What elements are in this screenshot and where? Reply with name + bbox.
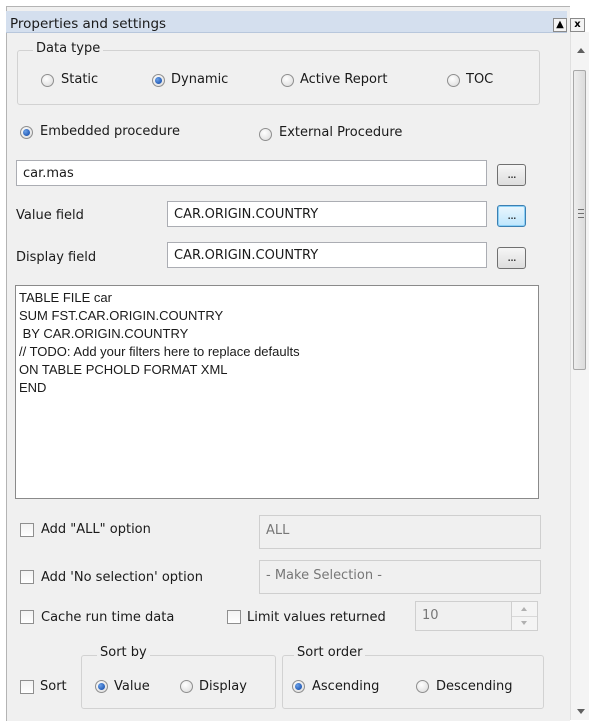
add-no-selection-checkbox[interactable] bbox=[20, 570, 34, 584]
pin-button[interactable]: ▲ bbox=[553, 18, 567, 32]
display-field-input[interactable]: CAR.ORIGIN.COUNTRY bbox=[167, 242, 487, 268]
no-selection-text-input[interactable]: - Make Selection - bbox=[259, 560, 541, 594]
sort-by-display-radio[interactable] bbox=[180, 680, 193, 693]
display-field-label: Display field bbox=[16, 250, 97, 265]
value-field-input[interactable]: CAR.ORIGIN.COUNTRY bbox=[167, 201, 487, 227]
external-procedure-label[interactable]: External Procedure bbox=[279, 125, 402, 140]
limit-values-input[interactable]: 10 bbox=[415, 601, 512, 631]
scroll-down-arrow-icon[interactable] bbox=[577, 709, 585, 714]
spin-down-icon bbox=[521, 621, 527, 625]
close-button[interactable]: x bbox=[570, 18, 585, 32]
limit-values-spinner[interactable] bbox=[511, 601, 538, 631]
embedded-procedure-radio[interactable] bbox=[20, 126, 33, 139]
display-field-browse-button[interactable]: ... bbox=[497, 247, 526, 269]
static-radio[interactable] bbox=[41, 74, 54, 87]
sort-order-legend: Sort order bbox=[294, 645, 366, 660]
scrollbar-thumb[interactable] bbox=[573, 70, 586, 370]
add-all-label[interactable]: Add "ALL" option bbox=[41, 522, 151, 537]
sort-descending-label[interactable]: Descending bbox=[436, 679, 513, 694]
sort-by-value-radio[interactable] bbox=[95, 680, 108, 693]
data-type-legend: Data type bbox=[33, 41, 104, 56]
procedure-code-editor[interactable]: TABLE FILE car SUM FST.CAR.ORIGIN.COUNTR… bbox=[15, 285, 539, 499]
master-file-input[interactable]: car.mas bbox=[16, 160, 487, 186]
master-file-browse-button[interactable]: ... bbox=[497, 164, 526, 186]
sort-ascending-label[interactable]: Ascending bbox=[312, 679, 379, 694]
scrollbar-grip-icon bbox=[578, 209, 584, 218]
sort-label[interactable]: Sort bbox=[40, 679, 67, 694]
cache-run-time-checkbox[interactable] bbox=[20, 610, 34, 624]
sort-by-display-label[interactable]: Display bbox=[199, 679, 247, 694]
dynamic-radio[interactable] bbox=[152, 74, 165, 87]
limit-values-label[interactable]: Limit values returned bbox=[247, 610, 386, 625]
external-procedure-radio[interactable] bbox=[259, 128, 272, 141]
static-label[interactable]: Static bbox=[61, 72, 98, 87]
all-option-text-input[interactable]: ALL bbox=[259, 515, 541, 549]
value-field-browse-button[interactable]: ... bbox=[497, 205, 526, 227]
embedded-procedure-label[interactable]: Embedded procedure bbox=[40, 124, 180, 139]
active-report-label[interactable]: Active Report bbox=[300, 72, 387, 87]
spin-up-button[interactable] bbox=[512, 602, 537, 617]
scroll-up-arrow-icon[interactable] bbox=[577, 48, 585, 53]
spin-up-icon bbox=[521, 607, 527, 611]
sort-ascending-radio[interactable] bbox=[292, 680, 305, 693]
value-field-label: Value field bbox=[16, 208, 84, 223]
sort-by-value-label[interactable]: Value bbox=[114, 679, 150, 694]
sort-by-legend: Sort by bbox=[97, 645, 150, 660]
sort-checkbox[interactable] bbox=[20, 680, 34, 694]
active-report-radio[interactable] bbox=[281, 74, 294, 87]
toc-radio[interactable] bbox=[447, 74, 460, 87]
cache-run-time-label[interactable]: Cache run time data bbox=[41, 610, 174, 625]
panel-title: Properties and settings bbox=[10, 16, 167, 32]
dynamic-label[interactable]: Dynamic bbox=[171, 72, 228, 87]
toc-label[interactable]: TOC bbox=[466, 72, 493, 87]
add-no-selection-label[interactable]: Add 'No selection' option bbox=[41, 570, 203, 585]
sort-descending-radio[interactable] bbox=[416, 680, 429, 693]
limit-values-checkbox[interactable] bbox=[227, 610, 241, 624]
add-all-checkbox[interactable] bbox=[20, 523, 34, 537]
spin-down-button[interactable] bbox=[512, 616, 537, 630]
